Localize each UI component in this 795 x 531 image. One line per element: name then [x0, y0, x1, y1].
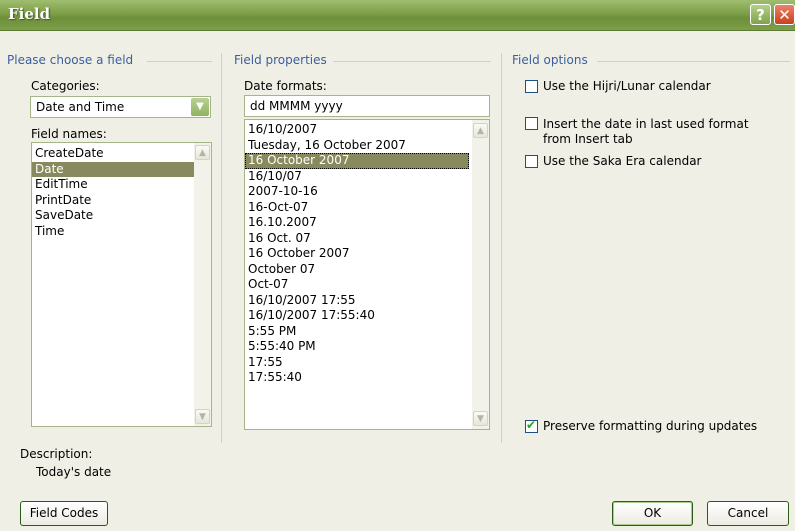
scroll-down-icon[interactable]: ▼: [195, 409, 210, 424]
field-names-scrollbar[interactable]: ▲ ▼: [194, 143, 211, 426]
description-value: Today's date: [36, 465, 112, 479]
date-formats-scrollbar[interactable]: ▲ ▼: [472, 120, 489, 429]
section-field-options: Field options: [512, 53, 588, 67]
date-format-item[interactable]: 16/10/2007 17:55:40: [245, 308, 469, 324]
date-format-item[interactable]: Oct-07: [245, 277, 469, 293]
date-format-item[interactable]: 2007-10-16: [245, 184, 469, 200]
preserve-formatting-label[interactable]: Preserve formatting during updates: [543, 419, 757, 433]
date-format-item[interactable]: 16 Oct. 07: [245, 231, 469, 247]
date-format-item[interactable]: Tuesday, 16 October 2007: [245, 138, 469, 154]
saka-checkbox[interactable]: [525, 155, 538, 168]
date-format-item[interactable]: 16 October 2007: [245, 153, 469, 169]
field-name-item[interactable]: Date: [32, 161, 211, 177]
saka-label[interactable]: Use the Saka Era calendar: [543, 154, 701, 168]
help-button[interactable]: ?: [750, 4, 771, 25]
categories-value: Date and Time: [36, 100, 125, 114]
date-format-item[interactable]: 16.10.2007: [245, 215, 469, 231]
field-name-item[interactable]: CreateDate: [32, 146, 211, 162]
cancel-button[interactable]: Cancel: [707, 501, 789, 526]
date-format-item[interactable]: 5:55:40 PM: [245, 339, 469, 355]
field-dialog: Field ? ✕ Please choose a field Field pr…: [0, 0, 795, 531]
field-name-item[interactable]: PrintDate: [32, 193, 211, 209]
separator-left: [221, 53, 222, 443]
date-format-input[interactable]: dd MMMM yyyy: [244, 95, 490, 117]
section-rule-right: [597, 61, 790, 62]
date-format-item[interactable]: 5:55 PM: [245, 324, 469, 340]
date-format-item[interactable]: 16/10/2007 17:55: [245, 293, 469, 309]
hijri-checkbox[interactable]: [525, 80, 538, 93]
scroll-up-icon[interactable]: ▲: [195, 145, 210, 160]
section-field-properties: Field properties: [234, 53, 327, 67]
date-format-item[interactable]: 17:55:40: [245, 370, 469, 386]
preserve-formatting-checkbox[interactable]: [525, 418, 538, 433]
dialog-title: Field: [8, 5, 51, 23]
chevron-down-icon[interactable]: ▼: [191, 98, 209, 116]
field-name-item[interactable]: Time: [32, 224, 211, 240]
date-formats-list[interactable]: 16/10/2007 Tuesday, 16 October 2007 16 Oct…: [244, 119, 490, 430]
section-rule-left: [147, 61, 212, 62]
date-format-item[interactable]: 16/10/07: [245, 169, 469, 185]
date-format-item[interactable]: 17:55: [245, 355, 469, 371]
field-codes-button[interactable]: Field Codes: [20, 501, 108, 526]
separator-right: [501, 53, 502, 443]
field-names-label: Field names:: [31, 127, 107, 141]
title-bar[interactable]: Field ? ✕: [0, 0, 795, 31]
ok-button[interactable]: OK: [612, 501, 693, 526]
field-name-item[interactable]: EditTime: [32, 177, 211, 193]
date-formats-label: Date formats:: [244, 79, 327, 93]
close-button[interactable]: ✕: [774, 4, 795, 25]
section-rule-middle: [333, 61, 491, 62]
last-used-format-label[interactable]: Insert the date in last used format from…: [543, 117, 773, 147]
categories-dropdown[interactable]: Date and Time ▼: [30, 96, 211, 118]
date-format-item[interactable]: 16 October 2007: [245, 246, 469, 262]
scroll-up-icon[interactable]: ▲: [473, 123, 488, 138]
scroll-down-icon[interactable]: ▼: [473, 411, 488, 426]
description-label: Description:: [20, 447, 93, 461]
date-format-item[interactable]: 16/10/2007: [245, 122, 469, 138]
hijri-label[interactable]: Use the Hijri/Lunar calendar: [543, 79, 711, 93]
date-format-item[interactable]: 16-Oct-07: [245, 200, 469, 216]
field-names-list[interactable]: CreateDate Date EditTime PrintDate SaveDate T…: [31, 142, 212, 427]
last-used-format-checkbox[interactable]: [525, 117, 538, 130]
section-choose-field: Please choose a field: [7, 53, 134, 67]
categories-label: Categories:: [31, 79, 100, 93]
date-format-item[interactable]: October 07: [245, 262, 469, 278]
field-name-item[interactable]: SaveDate: [32, 208, 211, 224]
